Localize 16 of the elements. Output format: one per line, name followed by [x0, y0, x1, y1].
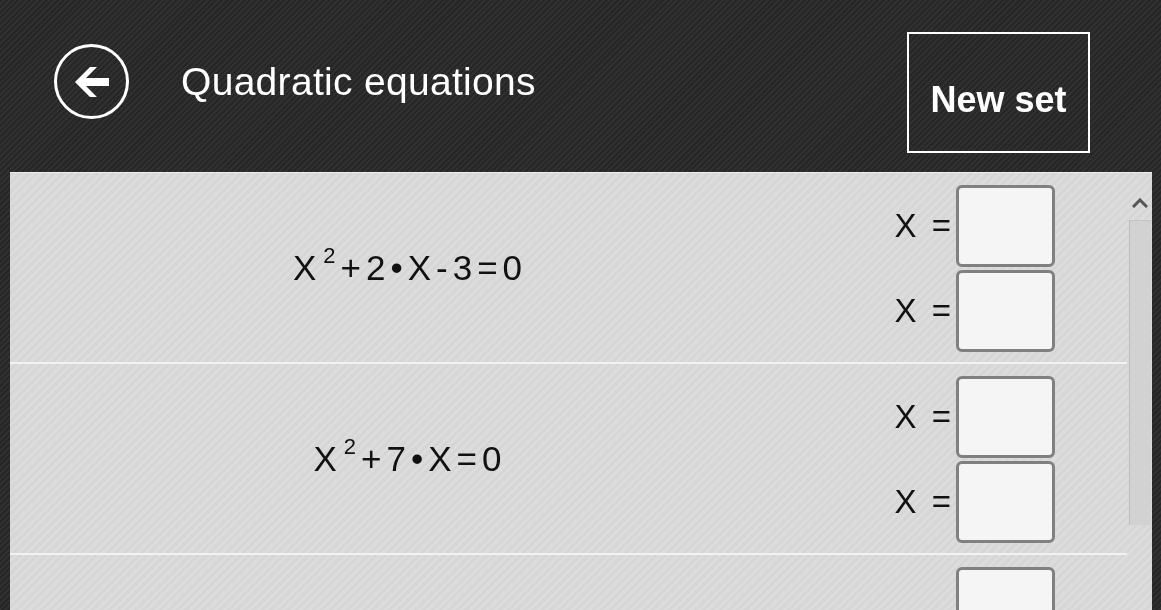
- scrollbar-thumb[interactable]: [1128, 220, 1151, 525]
- arrow-left-icon: [74, 66, 109, 97]
- equation-text: X$^{2}$+2•X-3=0: [292, 247, 528, 288]
- answer-label: X =: [894, 398, 952, 436]
- answer-box[interactable]: [956, 461, 1055, 543]
- answer-box[interactable]: [956, 270, 1055, 352]
- page-title: Quadratic equations: [181, 59, 536, 104]
- new-set-button[interactable]: New set: [907, 32, 1090, 153]
- answer-box[interactable]: [956, 185, 1055, 267]
- answer-box[interactable]: [956, 376, 1055, 458]
- answer-label: X =: [894, 483, 952, 521]
- equation-text: X$^{2}$+7•X=0: [313, 438, 507, 479]
- chevron-up-icon[interactable]: [1131, 198, 1148, 208]
- answer-label: X =: [894, 207, 952, 245]
- answer-label: X =: [894, 292, 952, 330]
- back-button[interactable]: [54, 44, 129, 119]
